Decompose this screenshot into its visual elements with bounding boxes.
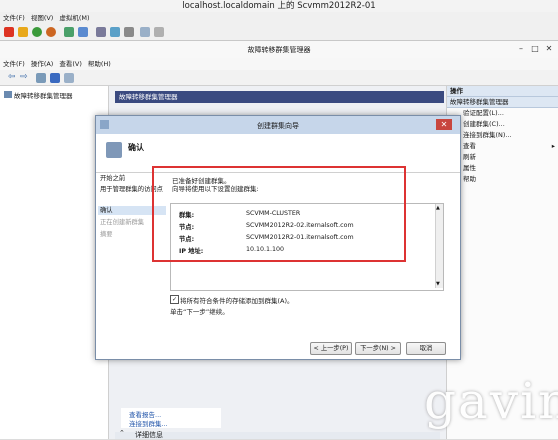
fcm-menu-file[interactable]: 文件(F) [0, 58, 28, 70]
fullscreen-icon[interactable] [96, 27, 106, 37]
fcm-title: 故障转移群集管理器 [247, 46, 311, 54]
vm-menubar: 文件(F) 视图(V) 虚拟机(M) [0, 12, 558, 24]
scroll-down-icon[interactable]: ▼ [436, 281, 440, 287]
vm-toolbar [0, 24, 558, 41]
nav-creating-cluster: 正在创建新群集 [100, 219, 145, 226]
nav-summary: 摘要 [100, 231, 113, 238]
nav-before-you-begin: 开始之前 [100, 175, 126, 182]
intro-line-2: 向导将使用以下设置创建群集: [172, 185, 259, 193]
links-panel: 查看报告... 连接到群集... [121, 408, 221, 428]
console-tree: 故障转移群集管理器 [0, 86, 109, 439]
minimize-icon[interactable]: – [514, 44, 528, 54]
wizard-titlebar: 创建群集向导 ✕ [96, 116, 460, 134]
action-create-cluster[interactable]: 创建群集(C)... [447, 119, 558, 130]
action-properties-label: 属性 [463, 164, 476, 172]
forward-arrow-icon[interactable]: ⇨ [20, 72, 28, 82]
add-storage-label: 将所有符合条件的存储添加到群集(A)。 [180, 297, 294, 305]
actions-header: 操作 [447, 86, 558, 97]
prev-button[interactable]: < 上一步(P) [310, 342, 352, 355]
back-arrow-icon[interactable]: ⇦ [8, 72, 16, 82]
fcm-titlebar: 故障转移群集管理器 – □ ✕ [0, 41, 558, 59]
library-icon[interactable] [154, 27, 164, 37]
action-refresh[interactable]: 刷新 [447, 152, 558, 163]
summary-label-cluster: 群集: [179, 212, 195, 219]
summary-label-node-1: 节点: [179, 224, 195, 231]
share-icon[interactable] [110, 27, 120, 37]
wizard-footer: < 上一步(P) 下一步(N) > 取消 [96, 334, 460, 359]
vm-menu-file[interactable]: 文件(F) [0, 12, 28, 24]
wizard-step-icon [106, 142, 122, 158]
action-create-cluster-label: 创建群集(C)... [463, 120, 505, 128]
summary-value-node-2: SCVMM2012R2-01.iternalsoft.com [246, 234, 354, 241]
stop-icon[interactable] [4, 27, 14, 37]
action-view-label: 查看 [463, 142, 476, 150]
wizard-heading: 确认 [128, 143, 144, 152]
fcm-menu-help[interactable]: 帮助(H) [85, 58, 114, 70]
add-storage-checkbox[interactable]: ✓ [170, 295, 179, 304]
help-icon[interactable] [50, 73, 60, 83]
summary-label-node-2: 节点: [179, 236, 195, 243]
cancel-button[interactable]: 取消 [406, 342, 446, 355]
action-help[interactable]: 帮助 [447, 174, 558, 185]
watermark: gavin [424, 372, 558, 430]
fcm-menubar: 文件(F) 操作(A) 查看(V) 帮助(H) [0, 58, 558, 70]
action-validate[interactable]: 验证配置(L)... [447, 108, 558, 119]
action-connect-label: 连接到群集(N)... [463, 131, 512, 139]
action-validate-label: 验证配置(L)... [463, 109, 504, 117]
maximize-icon[interactable]: □ [528, 44, 542, 54]
action-view[interactable]: 查看 ▸ [447, 141, 558, 152]
summary-box[interactable]: 群集: SCVMM-CLUSTER 节点: SCVMM2012R2-02.ite… [170, 203, 444, 291]
vm-window-title: localhost.localdomain 上的 Scvmm2012R2-01 [182, 1, 376, 11]
pause-icon[interactable] [18, 27, 28, 37]
action-pane-icon[interactable] [64, 73, 74, 83]
wizard-header: 确认 [96, 134, 460, 173]
wizard-close-icon[interactable]: ✕ [436, 119, 452, 130]
scroll-up-icon[interactable]: ▲ [436, 205, 440, 211]
action-properties[interactable]: 属性 [447, 163, 558, 174]
details-bar[interactable]: ⌃ 详细信息 [115, 429, 440, 439]
vm-menu-view[interactable]: 视图(V) [28, 12, 57, 24]
tree-item-cluster-manager[interactable]: 故障转移群集管理器 [14, 90, 73, 100]
wizard-title: 创建群集向导 [257, 122, 299, 130]
create-cluster-wizard: 创建群集向导 ✕ 确认 开始之前 用于管理群集的访问点 确认 正在创建新群集 摘… [95, 115, 461, 360]
action-connect[interactable]: 连接到群集(N)... [447, 130, 558, 141]
nav-confirmation: 确认 [98, 206, 166, 215]
actions-subheader: 故障转移群集管理器 [447, 97, 558, 108]
revert-icon[interactable] [78, 27, 88, 37]
link-connect-cluster[interactable]: 连接到群集... [129, 418, 168, 428]
fcm-menu-view[interactable]: 查看(V) [56, 58, 85, 70]
vm-menu-machine[interactable]: 虚拟机(M) [56, 12, 92, 24]
next-button[interactable]: 下一步(N) > [355, 342, 401, 355]
summary-scrollbar[interactable]: ▲ ▼ [435, 204, 443, 288]
action-help-label: 帮助 [463, 175, 476, 183]
start-icon[interactable] [32, 27, 42, 37]
console-icon[interactable] [140, 27, 150, 37]
summary-value-cluster: SCVMM-CLUSTER [246, 210, 301, 217]
wizard-nav: 开始之前 用于管理群集的访问点 确认 正在创建新群集 摘要 [96, 173, 166, 323]
settings-icon[interactable] [124, 27, 134, 37]
console-tree-icon[interactable] [36, 73, 46, 83]
summary-value-ip: 10.10.1.100 [246, 246, 285, 253]
chevron-right-icon: ▸ [551, 142, 555, 150]
action-refresh-label: 刷新 [463, 153, 476, 161]
summary-label-ip: IP 地址: [179, 248, 204, 255]
reset-icon[interactable] [46, 27, 56, 37]
nav-access-point: 用于管理群集的访问点 [100, 186, 163, 193]
fcm-toolbar: ⇦ ⇨ [0, 70, 558, 86]
center-header: 故障转移群集管理器 [115, 91, 444, 103]
fcm-menu-action[interactable]: 操作(A) [28, 58, 57, 70]
next-hint: 单击“下一步”继续。 [170, 308, 229, 316]
chevron-up-icon[interactable]: ⌃ [119, 429, 125, 437]
cluster-manager-icon [4, 91, 12, 98]
snapshot-icon[interactable] [64, 27, 74, 37]
summary-value-node-1: SCVMM2012R2-02.iternalsoft.com [246, 222, 354, 229]
wizard-body: 已准备好创建群集。 向导将使用以下设置创建群集: 群集: SCVMM-CLUST… [166, 173, 460, 323]
close-icon[interactable]: ✕ [542, 44, 556, 54]
